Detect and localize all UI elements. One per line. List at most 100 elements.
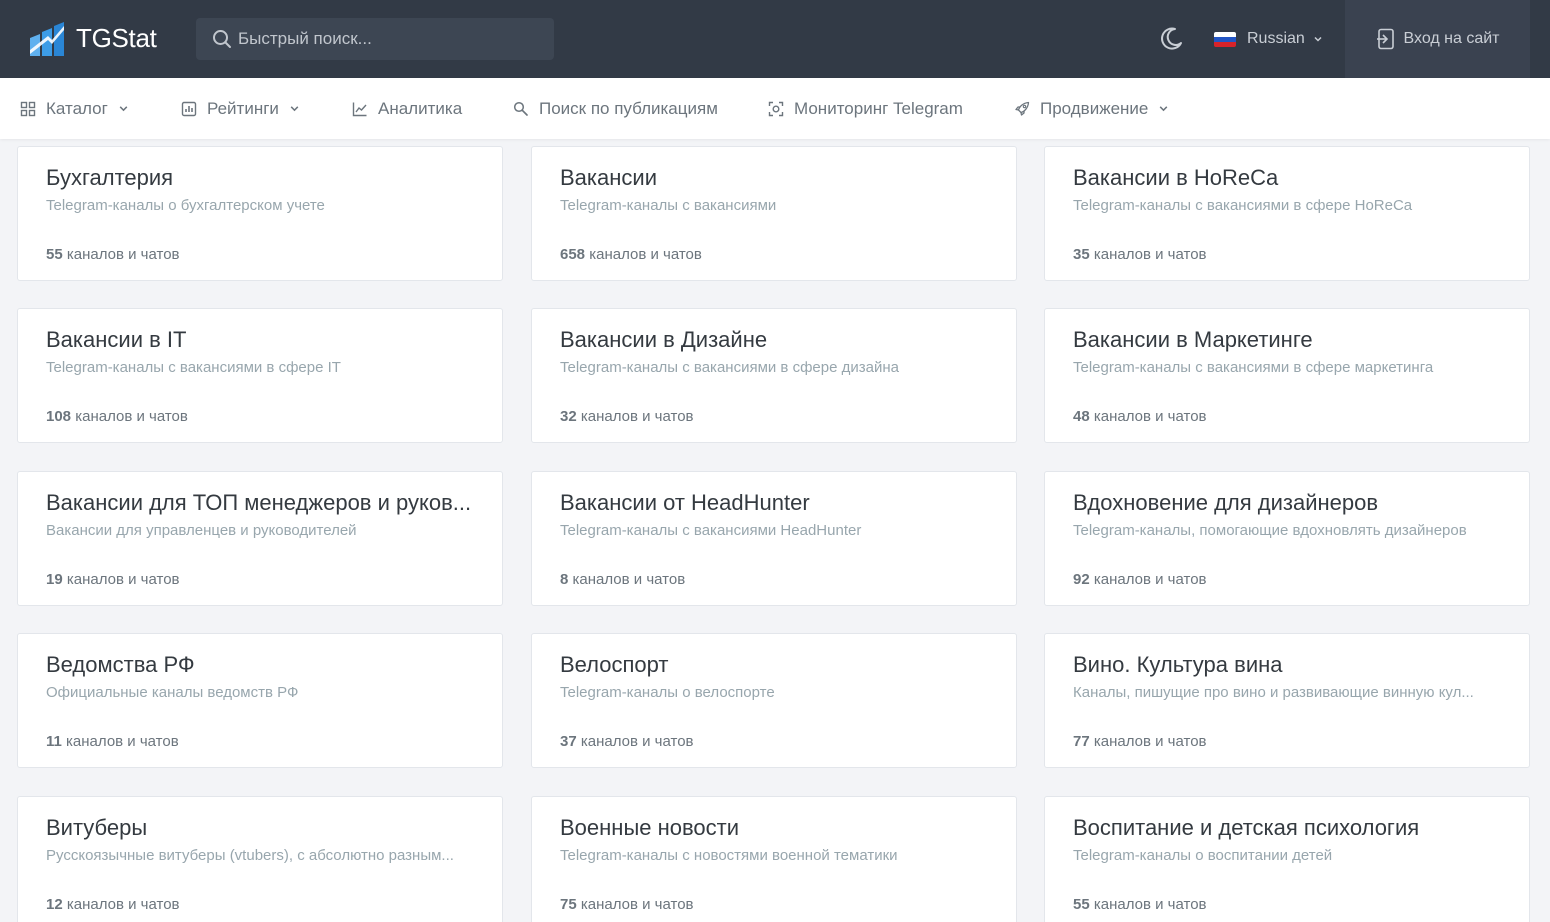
count-suffix: каналов и чатов: [572, 571, 686, 588]
quick-search[interactable]: [196, 18, 554, 60]
scan-icon: [768, 101, 784, 116]
nav-item-monitoring[interactable]: Мониторинг Telegram: [768, 78, 963, 139]
nav-label: Рейтинги: [207, 98, 279, 118]
login-icon: [1376, 28, 1394, 50]
count-number: 92: [1073, 571, 1090, 588]
category-description: Telegram-каналы с вакансиями HeadHunter: [560, 522, 862, 539]
category-title: Витуберы: [46, 815, 148, 840]
nav-item-promotion[interactable]: Продвижение: [1014, 78, 1169, 139]
category-title: Велоспорт: [560, 652, 669, 677]
chart-box-icon: [181, 101, 197, 116]
category-card[interactable]: Военные новости Telegram-каналы с новостя…: [531, 796, 1017, 922]
chevron-down-icon: [1160, 106, 1168, 112]
count-suffix: каналов и чатов: [1093, 733, 1207, 750]
category-description: Telegram-каналы с вакансиями в сфере IT: [46, 359, 341, 376]
search-input[interactable]: [238, 29, 538, 49]
category-title: Вино. Культура вина: [1073, 652, 1283, 677]
nav-label: Аналитика: [378, 98, 463, 118]
line-chart-icon: [352, 102, 367, 116]
rocket-icon: [1015, 101, 1030, 116]
category-title: Военные новости: [560, 815, 740, 840]
category-count: 37 каналов и чатов: [560, 733, 988, 750]
count-number: 19: [46, 571, 63, 588]
category-title: Вакансии в Дизайне: [560, 327, 768, 352]
count-number: 12: [46, 896, 63, 913]
count-number: 75: [560, 896, 577, 913]
category-title: Вдохновение для дизайнеров: [1073, 490, 1379, 515]
category-description: Telegram-каналы о бухгалтерском учете: [46, 197, 325, 214]
category-description: Telegram-каналы с вакансиями: [560, 197, 777, 214]
russia-flag-icon: [1214, 31, 1236, 47]
category-card[interactable]: Вакансии Telegram-каналы с вакансиями 658 …: [531, 146, 1017, 281]
category-title: Воспитание и детская психология: [1073, 815, 1420, 840]
nav-label: Поиск по публикациям: [539, 98, 718, 118]
login-button[interactable]: Вход на сайт: [1345, 0, 1530, 78]
count-suffix: каналов и чатов: [1093, 571, 1207, 588]
count-suffix: каналов и чатов: [66, 733, 179, 750]
category-description: Telegram-каналы с вакансиями в сфере HoR…: [1073, 197, 1413, 214]
category-card[interactable]: Вакансии в Маркетинге Telegram-каналы с в…: [1044, 308, 1530, 443]
category-card[interactable]: Бухгалтерия Telegram-каналы о бухгалтерск…: [17, 146, 503, 281]
category-title: Вакансии для ТОП менеджеров и руков...: [46, 490, 472, 515]
count-number: 11: [46, 733, 62, 750]
category-description: Telegram-каналы с вакансиями в сфере диз…: [560, 359, 899, 376]
category-count: 55 каналов и чатов: [1073, 896, 1501, 913]
logo[interactable]: TGStat: [28, 20, 157, 56]
category-card[interactable]: Вакансии в IT Telegram-каналы с вакансиям…: [17, 308, 503, 443]
logo-text: TGStat: [76, 22, 157, 53]
count-number: 658: [560, 246, 586, 263]
category-count: 11 каналов и чатов: [46, 733, 474, 750]
count-number: 108: [46, 408, 72, 425]
category-card[interactable]: Воспитание и детская психология Telegram-…: [1044, 796, 1530, 922]
category-description: Русскоязычные витуберы (vtubers), с абсо…: [46, 847, 454, 864]
count-suffix: каналов и чатов: [1093, 408, 1207, 425]
moon-icon[interactable]: [1158, 26, 1184, 52]
category-card[interactable]: Вакансии в HoReCa Telegram-каналы с вакан…: [1044, 146, 1530, 281]
category-title: Вакансии: [560, 165, 657, 190]
grid-icon: [20, 101, 36, 116]
category-count: 12 каналов и чатов: [46, 896, 474, 913]
category-card[interactable]: Ведомства РФ Официальные каналы ведомств …: [17, 633, 503, 768]
main-nav: Каталог Рейтинги Аналитика Поиск по публ…: [0, 78, 1550, 139]
category-count: 92 каналов и чатов: [1073, 571, 1501, 588]
category-count: 77 каналов и чатов: [1073, 733, 1501, 750]
top-header: TGStat Russian Вход на сайт: [0, 0, 1550, 78]
category-card[interactable]: Вакансии от HeadHunter Telegram-каналы с …: [531, 471, 1017, 606]
search-icon: [513, 101, 528, 116]
nav-item-catalog[interactable]: Каталог: [20, 78, 129, 139]
count-suffix: каналов и чатов: [580, 733, 694, 750]
category-count: 108 каналов и чатов: [46, 408, 474, 425]
nav-item-analytics[interactable]: Аналитика: [352, 78, 462, 139]
category-card[interactable]: Вино. Культура вина Каналы, пишущие про в…: [1044, 633, 1530, 768]
category-description: Telegram-каналы с вакансиями в сфере мар…: [1073, 359, 1434, 376]
chevron-down-icon: [290, 106, 299, 112]
category-count: 658 каналов и чатов: [560, 246, 988, 263]
category-count: 8 каналов и чатов: [560, 571, 988, 588]
category-card[interactable]: Вакансии в Дизайне Telegram-каналы с вака…: [531, 308, 1017, 443]
nav-label: Мониторинг Telegram: [794, 98, 963, 118]
category-description: Telegram-каналы о велоспорте: [560, 684, 775, 701]
category-card[interactable]: Витуберы Русскоязычные витуберы (vtubers)…: [17, 796, 503, 922]
category-description: Вакансии для управленцев и руководителей: [46, 522, 357, 539]
count-suffix: каналов и чатов: [580, 408, 694, 425]
language-selector[interactable]: Russian: [1214, 28, 1323, 50]
login-label: Вход на сайт: [1403, 30, 1500, 47]
nav-item-ratings[interactable]: Рейтинги: [181, 78, 300, 139]
count-suffix: каналов и чатов: [580, 896, 694, 913]
nav-item-post-search[interactable]: Поиск по публикациям: [513, 78, 718, 139]
count-suffix: каналов и чатов: [589, 246, 702, 263]
nav-label: Каталог: [46, 98, 108, 118]
category-count: 55 каналов и чатов: [46, 246, 474, 263]
count-suffix: каналов и чатов: [75, 408, 188, 425]
category-description: Telegram-каналы с новостями военной тема…: [560, 847, 898, 864]
count-suffix: каналов и чатов: [66, 246, 180, 263]
count-suffix: каналов и чатов: [66, 896, 180, 913]
category-card[interactable]: Вдохновение для дизайнеров Telegram-канал…: [1044, 471, 1530, 606]
category-count: 19 каналов и чатов: [46, 571, 474, 588]
chevron-down-icon: [1314, 36, 1322, 42]
category-description: Каналы, пишущие про вино и развивающие в…: [1073, 684, 1474, 701]
category-card[interactable]: Вакансии для ТОП менеджеров и руков... Ва…: [17, 471, 503, 606]
category-title: Вакансии от HeadHunter: [560, 490, 810, 515]
category-description: Telegram-каналы, помогающие вдохновлять …: [1073, 522, 1467, 539]
category-card[interactable]: Велоспорт Telegram-каналы о велоспорте 37 …: [531, 633, 1017, 768]
